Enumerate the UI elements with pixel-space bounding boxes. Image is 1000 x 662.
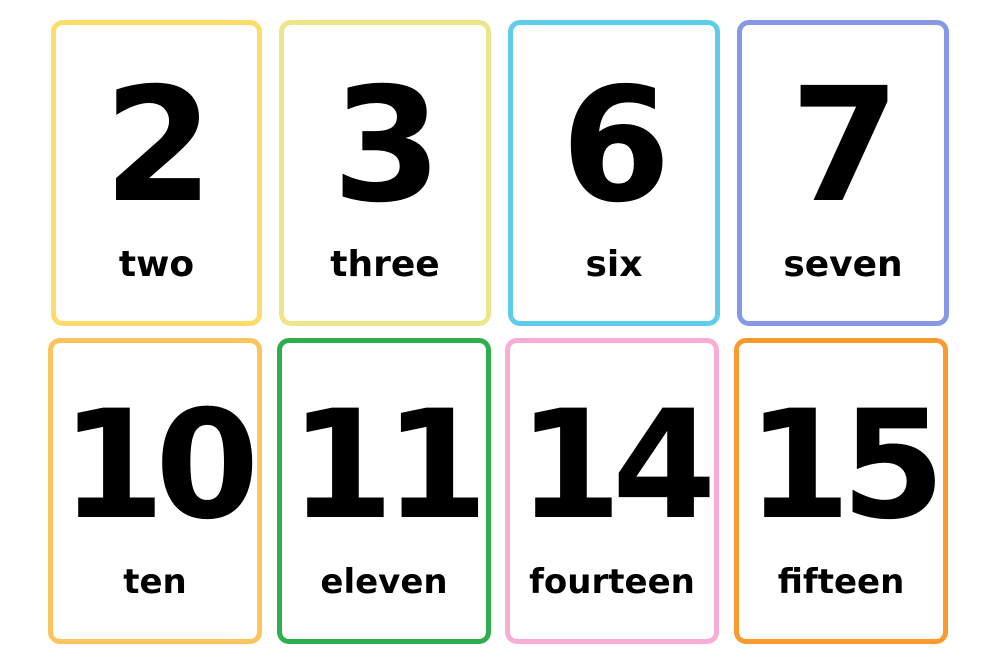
card-number: 7 bbox=[790, 54, 900, 238]
card-word: three bbox=[330, 244, 440, 285]
flashcard-six: 6 six bbox=[508, 20, 720, 326]
card-word: seven bbox=[783, 244, 903, 285]
card-number: 3 bbox=[332, 54, 442, 238]
flashcard-eleven: 11 eleven bbox=[277, 338, 491, 644]
card-number: 6 bbox=[561, 54, 671, 238]
card-number: 14 bbox=[517, 379, 717, 553]
flashcard-fifteen: 15 fifteen bbox=[734, 338, 948, 644]
flashcard-two: 2 two bbox=[51, 20, 262, 326]
flashcard-seven: 7 seven bbox=[737, 20, 949, 326]
flashcard-fourteen: 14 fourteen bbox=[505, 338, 719, 644]
card-word: fourteen bbox=[529, 562, 695, 602]
card-word: fifteen bbox=[777, 562, 905, 602]
flashcard-three: 3 three bbox=[279, 20, 491, 326]
flashcard-ten: 10 ten bbox=[48, 338, 262, 644]
card-number: 11 bbox=[289, 379, 489, 553]
card-word: ten bbox=[123, 562, 187, 602]
card-number: 2 bbox=[103, 54, 214, 238]
card-word: eleven bbox=[320, 562, 448, 602]
card-word: two bbox=[118, 244, 195, 285]
card-number: 15 bbox=[746, 379, 946, 553]
card-word: six bbox=[585, 244, 643, 285]
card-number: 10 bbox=[60, 379, 260, 553]
